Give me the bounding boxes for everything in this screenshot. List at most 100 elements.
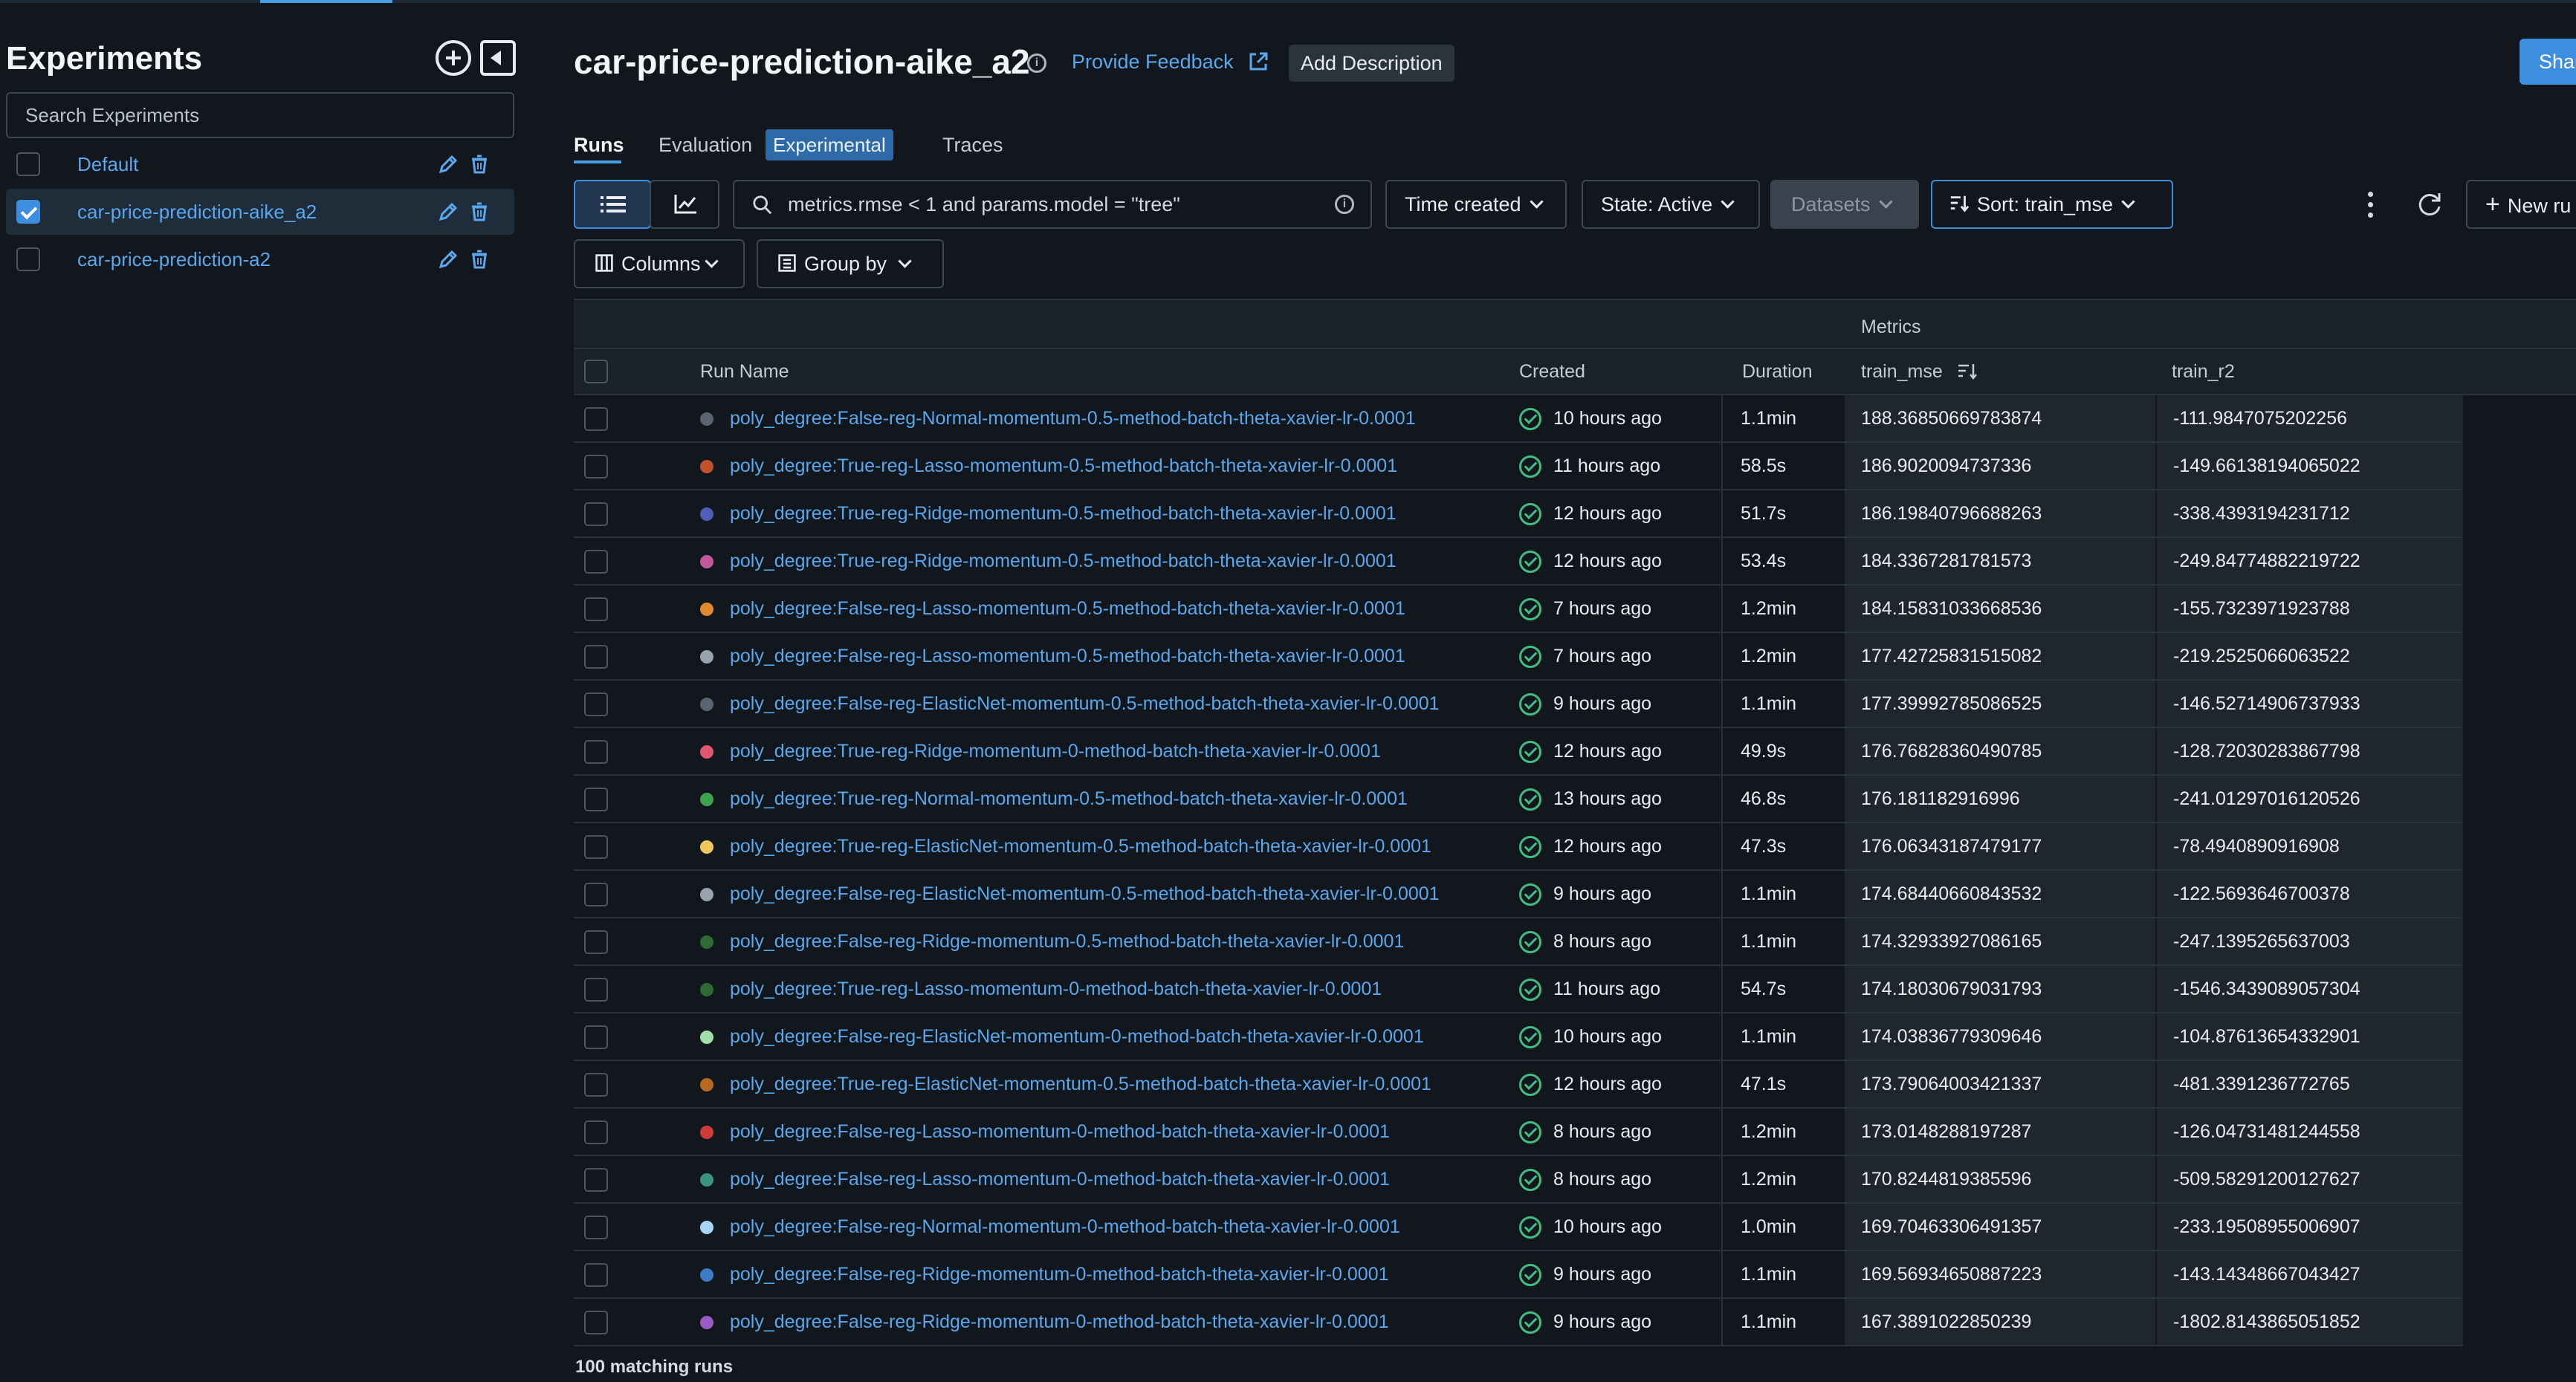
experiment-item[interactable]: Default xyxy=(6,141,514,187)
run-name-link[interactable]: poly_degree:False-reg-Normal-momentum-0-… xyxy=(730,1204,1400,1250)
share-button[interactable]: Shar xyxy=(2520,39,2576,85)
delete-trash-icon[interactable] xyxy=(468,153,491,175)
column-header-run-name[interactable]: Run Name xyxy=(700,349,789,394)
row-checkbox[interactable] xyxy=(584,1216,608,1239)
run-name-link[interactable]: poly_degree:False-reg-Lasso-momentum-0-m… xyxy=(730,1156,1390,1202)
run-name-link[interactable]: poly_degree:False-reg-Ridge-momentum-0-m… xyxy=(730,1299,1389,1345)
edit-pencil-icon[interactable] xyxy=(437,248,459,270)
external-link-icon[interactable] xyxy=(1247,51,1269,73)
table-row[interactable]: poly_degree:True-reg-ElasticNet-momentum… xyxy=(574,1061,2463,1109)
table-row[interactable]: poly_degree:False-reg-Lasso-momentum-0.5… xyxy=(574,633,2463,681)
provide-feedback-link[interactable]: Provide Feedback xyxy=(1072,51,1234,74)
tab-runs[interactable]: Runs xyxy=(574,134,624,157)
table-row[interactable]: poly_degree:True-reg-Ridge-momentum-0.5-… xyxy=(574,538,2463,585)
experiment-item[interactable]: car-price-prediction-aike_a2 xyxy=(6,189,514,235)
tab-traces[interactable]: Traces xyxy=(942,134,1003,157)
collapse-sidebar-icon[interactable] xyxy=(480,40,516,76)
row-checkbox[interactable] xyxy=(584,1120,608,1144)
table-row[interactable]: poly_degree:False-reg-Lasso-momentum-0.5… xyxy=(574,585,2463,633)
row-checkbox[interactable] xyxy=(584,740,608,764)
chart-view-button[interactable] xyxy=(650,180,719,229)
run-name-link[interactable]: poly_degree:False-reg-Lasso-momentum-0.5… xyxy=(730,633,1405,679)
experiment-name[interactable]: car-price-prediction-a2 xyxy=(77,236,271,282)
more-options-icon[interactable] xyxy=(2362,190,2380,220)
table-row[interactable]: poly_degree:True-reg-Normal-momentum-0.5… xyxy=(574,776,2463,823)
delete-trash-icon[interactable] xyxy=(468,201,491,223)
row-checkbox[interactable] xyxy=(584,1263,608,1287)
add-experiment-icon[interactable] xyxy=(436,40,471,76)
table-row[interactable]: poly_degree:True-reg-Ridge-momentum-0.5-… xyxy=(574,490,2463,538)
table-row[interactable]: poly_degree:True-reg-Ridge-momentum-0-me… xyxy=(574,728,2463,776)
info-icon[interactable]: i xyxy=(1027,53,1046,73)
run-name-link[interactable]: poly_degree:False-reg-Ridge-momentum-0.5… xyxy=(730,918,1404,964)
row-checkbox[interactable] xyxy=(584,883,608,906)
add-description-button[interactable]: Add Description xyxy=(1289,45,1454,82)
row-checkbox[interactable] xyxy=(584,597,608,621)
experiment-checkbox[interactable] xyxy=(16,200,40,224)
column-header-duration[interactable]: Duration xyxy=(1742,349,1813,394)
run-name-link[interactable]: poly_degree:True-reg-Ridge-momentum-0.5-… xyxy=(730,538,1397,584)
table-row[interactable]: poly_degree:False-reg-Lasso-momentum-0-m… xyxy=(574,1109,2463,1156)
row-checkbox[interactable] xyxy=(584,978,608,1002)
run-name-link[interactable]: poly_degree:True-reg-Lasso-momentum-0.5-… xyxy=(730,443,1397,489)
run-name-link[interactable]: poly_degree:False-reg-Lasso-momentum-0.5… xyxy=(730,585,1405,632)
run-name-link[interactable]: poly_degree:False-reg-Ridge-momentum-0-m… xyxy=(730,1251,1389,1297)
table-row[interactable]: poly_degree:False-reg-ElasticNet-momentu… xyxy=(574,681,2463,728)
row-checkbox[interactable] xyxy=(584,692,608,716)
edit-pencil-icon[interactable] xyxy=(437,201,459,223)
run-name-link[interactable]: poly_degree:False-reg-ElasticNet-momentu… xyxy=(730,1013,1424,1060)
column-header-train-mse[interactable]: train_mse xyxy=(1861,349,1979,394)
row-checkbox[interactable] xyxy=(584,1168,608,1192)
table-row[interactable]: poly_degree:False-reg-Ridge-momentum-0-m… xyxy=(574,1251,2463,1299)
edit-pencil-icon[interactable] xyxy=(437,153,459,175)
row-checkbox[interactable] xyxy=(584,550,608,574)
experiment-checkbox[interactable] xyxy=(16,247,40,271)
row-checkbox[interactable] xyxy=(584,407,608,431)
run-name-link[interactable]: poly_degree:True-reg-ElasticNet-momentum… xyxy=(730,823,1431,869)
row-checkbox[interactable] xyxy=(584,835,608,859)
run-name-link[interactable]: poly_degree:False-reg-ElasticNet-momentu… xyxy=(730,871,1440,917)
time-created-dropdown[interactable]: Time created xyxy=(1385,180,1567,229)
delete-trash-icon[interactable] xyxy=(468,248,491,270)
table-row[interactable]: poly_degree:False-reg-Ridge-momentum-0-m… xyxy=(574,1299,2463,1346)
row-checkbox[interactable] xyxy=(584,930,608,954)
table-row[interactable]: poly_degree:True-reg-Lasso-momentum-0.5-… xyxy=(574,443,2463,490)
row-checkbox[interactable] xyxy=(584,645,608,669)
experiment-name[interactable]: Default xyxy=(77,141,138,187)
table-row[interactable]: poly_degree:True-reg-Lasso-momentum-0-me… xyxy=(574,966,2463,1013)
table-row[interactable]: poly_degree:False-reg-Lasso-momentum-0-m… xyxy=(574,1156,2463,1204)
row-checkbox[interactable] xyxy=(584,1311,608,1334)
run-name-link[interactable]: poly_degree:True-reg-Lasso-momentum-0-me… xyxy=(730,966,1382,1012)
row-checkbox[interactable] xyxy=(584,455,608,478)
tab-evaluation[interactable]: Evaluation xyxy=(658,134,752,157)
row-checkbox[interactable] xyxy=(584,1073,608,1097)
experiment-name[interactable]: car-price-prediction-aike_a2 xyxy=(77,189,317,235)
run-name-link[interactable]: poly_degree:True-reg-ElasticNet-momentum… xyxy=(730,1061,1431,1107)
list-view-button[interactable] xyxy=(574,180,651,229)
run-name-link[interactable]: poly_degree:True-reg-Ridge-momentum-0.5-… xyxy=(730,490,1397,536)
column-header-train-r2[interactable]: train_r2 xyxy=(2172,349,2235,394)
run-name-link[interactable]: poly_degree:False-reg-Lasso-momentum-0-m… xyxy=(730,1109,1390,1155)
run-name-link[interactable]: poly_degree:True-reg-Ridge-momentum-0-me… xyxy=(730,728,1381,774)
table-row[interactable]: poly_degree:False-reg-Normal-momentum-0.… xyxy=(574,395,2463,443)
table-row[interactable]: poly_degree:True-reg-ElasticNet-momentum… xyxy=(574,823,2463,871)
search-help-icon[interactable]: i xyxy=(1335,195,1354,214)
refresh-icon[interactable] xyxy=(2415,190,2444,218)
run-name-link[interactable]: poly_degree:False-reg-Normal-momentum-0.… xyxy=(730,395,1416,441)
experiment-item[interactable]: car-price-prediction-a2 xyxy=(6,236,514,282)
table-row[interactable]: poly_degree:False-reg-ElasticNet-momentu… xyxy=(574,871,2463,918)
run-name-link[interactable]: poly_degree:False-reg-ElasticNet-momentu… xyxy=(730,681,1440,727)
group-by-dropdown[interactable]: Group by xyxy=(757,239,944,288)
row-checkbox[interactable] xyxy=(584,1025,608,1049)
row-checkbox[interactable] xyxy=(584,502,608,526)
run-name-link[interactable]: poly_degree:True-reg-Normal-momentum-0.5… xyxy=(730,776,1408,822)
table-row[interactable]: poly_degree:False-reg-ElasticNet-momentu… xyxy=(574,1013,2463,1061)
table-row[interactable]: poly_degree:False-reg-Normal-momentum-0-… xyxy=(574,1204,2463,1251)
experiment-checkbox[interactable] xyxy=(16,152,40,176)
column-header-created[interactable]: Created xyxy=(1519,349,1585,394)
table-row[interactable]: poly_degree:False-reg-Ridge-momentum-0.5… xyxy=(574,918,2463,966)
datasets-dropdown[interactable]: Datasets xyxy=(1770,180,1919,229)
columns-dropdown[interactable]: Columns xyxy=(574,239,745,288)
new-run-button[interactable]: + New ru xyxy=(2466,180,2576,229)
select-all-checkbox[interactable] xyxy=(584,360,608,383)
